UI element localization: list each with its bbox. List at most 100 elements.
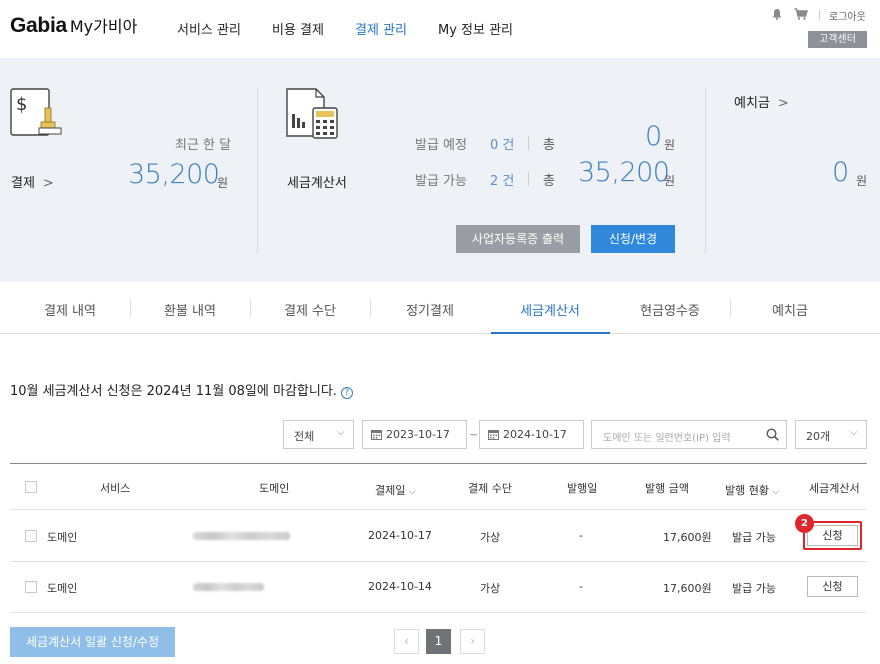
row-issue-date: -	[579, 529, 583, 542]
row-amount: 17,600원	[663, 582, 712, 595]
available-count: 2 건	[490, 174, 515, 189]
apply-invoice-button[interactable]: 신청	[807, 576, 858, 597]
tax-invoice-calculator-icon	[286, 88, 338, 139]
scheduled-divider	[528, 136, 529, 150]
page-size-select[interactable]: 20개 ⌵	[795, 420, 867, 449]
pagination-prev[interactable]: ‹	[394, 629, 419, 654]
scope-select[interactable]: 전체 ⌵	[283, 420, 354, 449]
search-icon[interactable]	[766, 428, 779, 441]
tab-payment-history[interactable]: 결제 내역	[10, 300, 130, 319]
scheduled-total-label: 총	[543, 138, 555, 153]
tab-payment-method[interactable]: 결제 수단	[250, 300, 370, 319]
tab-recurring-payment[interactable]: 정기결제	[370, 300, 490, 319]
tab-cash-receipt[interactable]: 현금영수증	[610, 300, 730, 319]
summary-panel: $ 결제 > 최근 한 달 35,200 원 세금계산서 발급 예정 0 건 총 …	[0, 58, 880, 282]
available-total-label: 총	[543, 174, 555, 189]
available-label: 발급 가능	[415, 174, 467, 189]
help-icon[interactable]: ?	[340, 387, 353, 399]
th-pay-date: 결제일	[375, 484, 406, 497]
nav-cost-payment[interactable]: 비용 결제	[272, 19, 324, 38]
scheduled-total: 0	[645, 121, 662, 152]
table-top-border	[10, 463, 867, 464]
th-issue-status-sort[interactable]: 발행 현황 ⌵	[725, 482, 779, 498]
payment-unit: 원	[217, 176, 229, 190]
th-issue-amount: 발행 금액	[645, 482, 689, 495]
svg-text:$: $	[16, 94, 27, 115]
step-badge: 2	[795, 514, 814, 533]
nav-my-info[interactable]: My 정보 관리	[438, 19, 513, 38]
calendar-icon	[371, 430, 382, 440]
nav-service-management[interactable]: 서비스 관리	[177, 19, 241, 38]
th-domain: 도메인	[259, 482, 290, 495]
print-business-registration-button[interactable]: 사업자등록증 출력	[456, 225, 580, 253]
available-total: 35,200	[578, 157, 670, 188]
deposit-amount: 0	[832, 157, 849, 188]
bulk-apply-button[interactable]: 세금계산서 일괄 신청/수정	[10, 627, 175, 657]
scheduled-unit: 원	[664, 138, 676, 152]
scheduled-label: 발급 예정	[415, 138, 467, 153]
chevron-down-icon: ⌵	[337, 427, 345, 438]
row-checkbox[interactable]	[25, 530, 37, 542]
deposit-unit: 원	[856, 174, 868, 188]
sort-down-icon: ⌵	[772, 487, 780, 497]
domain-search-input[interactable]: 도메인 또는 일련번호(IP) 입력	[591, 420, 787, 449]
row-service: 도메인	[47, 531, 78, 544]
summary-divider-2	[705, 88, 706, 253]
pagination-page-1[interactable]: 1	[426, 629, 451, 654]
tab-bar-bottom-border	[0, 333, 880, 334]
row-status: 발급 가능	[732, 582, 776, 595]
scope-select-value: 전체	[294, 430, 315, 443]
chevron-down-icon: ⌵	[850, 427, 858, 438]
calendar-icon	[488, 430, 499, 440]
tab-tax-invoice[interactable]: 세금계산서	[490, 300, 610, 319]
row-service: 도메인	[47, 582, 78, 595]
payment-label: 결제	[11, 176, 35, 191]
date-from-value: 2023-10-17	[386, 428, 450, 441]
tab-active-indicator	[491, 332, 610, 334]
date-to-input[interactable]: 2024-10-17	[479, 420, 584, 449]
bell-icon[interactable]	[771, 8, 783, 20]
pagination-next[interactable]: ›	[460, 629, 485, 654]
tab-deposit[interactable]: 예치금	[730, 300, 850, 319]
apply-change-button[interactable]: 신청/변경	[591, 225, 675, 253]
table-bottom-border	[10, 612, 867, 613]
th-issue-status: 발행 현황	[725, 484, 769, 497]
payment-period: 최근 한 달	[175, 138, 232, 153]
date-range-tilde: ~	[469, 428, 479, 441]
available-divider	[528, 172, 529, 186]
row-pay-method: 가상	[480, 531, 501, 544]
scheduled-count: 0 건	[490, 138, 515, 153]
payment-amount: 35,200	[128, 159, 220, 190]
deposit-link[interactable]: 예치금 >	[734, 92, 789, 111]
th-service: 서비스	[100, 482, 131, 495]
th-tax-invoice: 세금계산서	[809, 482, 860, 495]
row-pay-date: 2024-10-14	[368, 580, 432, 593]
search-placeholder: 도메인 또는 일련번호(IP) 입력	[603, 433, 731, 444]
payment-link[interactable]: 결제 >	[11, 172, 54, 191]
row-pay-date: 2024-10-17	[368, 529, 432, 542]
available-unit: 원	[664, 174, 676, 188]
logo-sub: My가비아	[69, 17, 138, 36]
date-to-value: 2024-10-17	[503, 428, 567, 441]
date-from-input[interactable]: 2023-10-17	[362, 420, 467, 449]
chevron-right-icon: >	[42, 176, 54, 191]
logout-link[interactable]: 로그아웃	[829, 8, 866, 23]
tax-invoice-label: 세금계산서	[287, 176, 347, 191]
payment-document-icon: $	[10, 88, 62, 136]
customer-center-button[interactable]: 고객센터	[808, 31, 867, 48]
blurred-domain	[193, 583, 264, 591]
th-pay-date-sort[interactable]: 결제일 ⌵	[375, 482, 416, 498]
blurred-domain	[193, 532, 290, 540]
logo-brand: Gabia	[10, 14, 67, 37]
tab-refund-history[interactable]: 환불 내역	[130, 300, 250, 319]
th-pay-method: 결제 수단	[468, 482, 512, 495]
cart-icon[interactable]	[794, 8, 808, 20]
deposit-label: 예치금	[734, 96, 770, 111]
row-pay-method: 가상	[480, 582, 501, 595]
select-all-checkbox[interactable]	[25, 481, 37, 493]
deadline-notice-text: 10월 세금계산서 신청은 2024년 11월 08일에 마감합니다.	[10, 384, 337, 399]
row-issue-date: -	[579, 580, 583, 593]
row-checkbox[interactable]	[25, 581, 37, 593]
gabia-logo[interactable]: Gabia My가비아	[10, 13, 137, 38]
nav-payment-management[interactable]: 결제 관리	[355, 19, 407, 38]
